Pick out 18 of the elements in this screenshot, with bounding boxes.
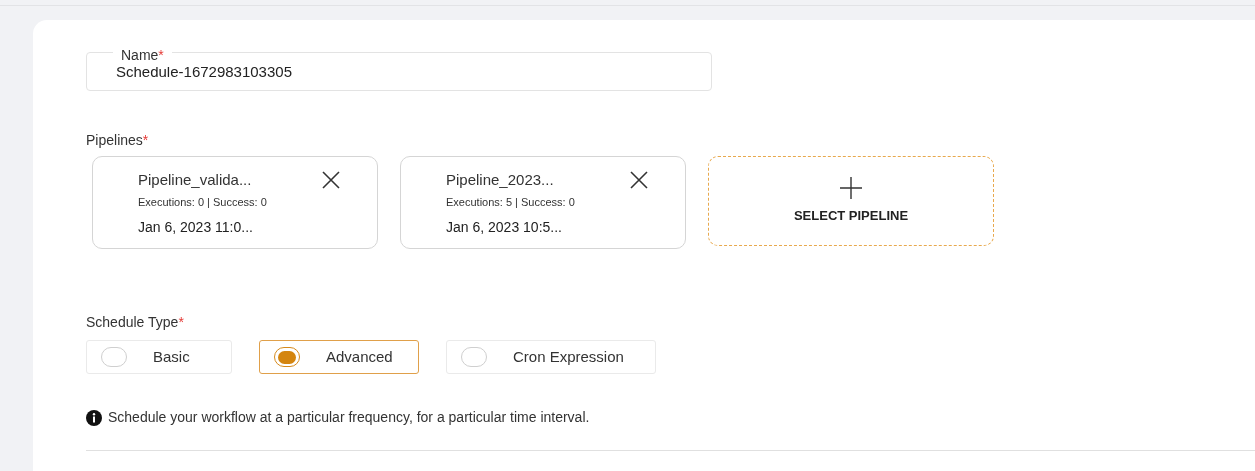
pipeline-stats: Executions: 5 | Success: 0 [446,194,576,210]
close-icon [629,171,649,190]
plus-icon [839,176,863,201]
schedule-type-option[interactable]: Basic [86,340,232,374]
select-pipeline-button[interactable]: SELECT PIPELINE [708,156,994,246]
close-icon [321,171,341,190]
schedule-type-option[interactable]: Cron Expression [446,340,656,374]
info-icon [86,409,102,426]
pipeline-stats: Executions: 0 | Success: 0 [138,194,268,210]
pipeline-date: Jan 6, 2023 10:5... [446,218,563,237]
field-label: Pipelines* [86,132,149,148]
pipeline-date: Jan 6, 2023 11:0... [138,218,254,237]
pipeline-name: Pipeline_valida... [138,170,252,190]
schedule-type-option[interactable]: Advanced [259,340,419,374]
pipeline-name: Pipeline_2023... [446,170,554,190]
field-label: Schedule Type* [86,314,184,330]
info-text: Schedule your workflow at a particular frequency, for a particular time interval. [108,408,590,427]
name-value: Schedule-1672983103305 [116,62,292,83]
